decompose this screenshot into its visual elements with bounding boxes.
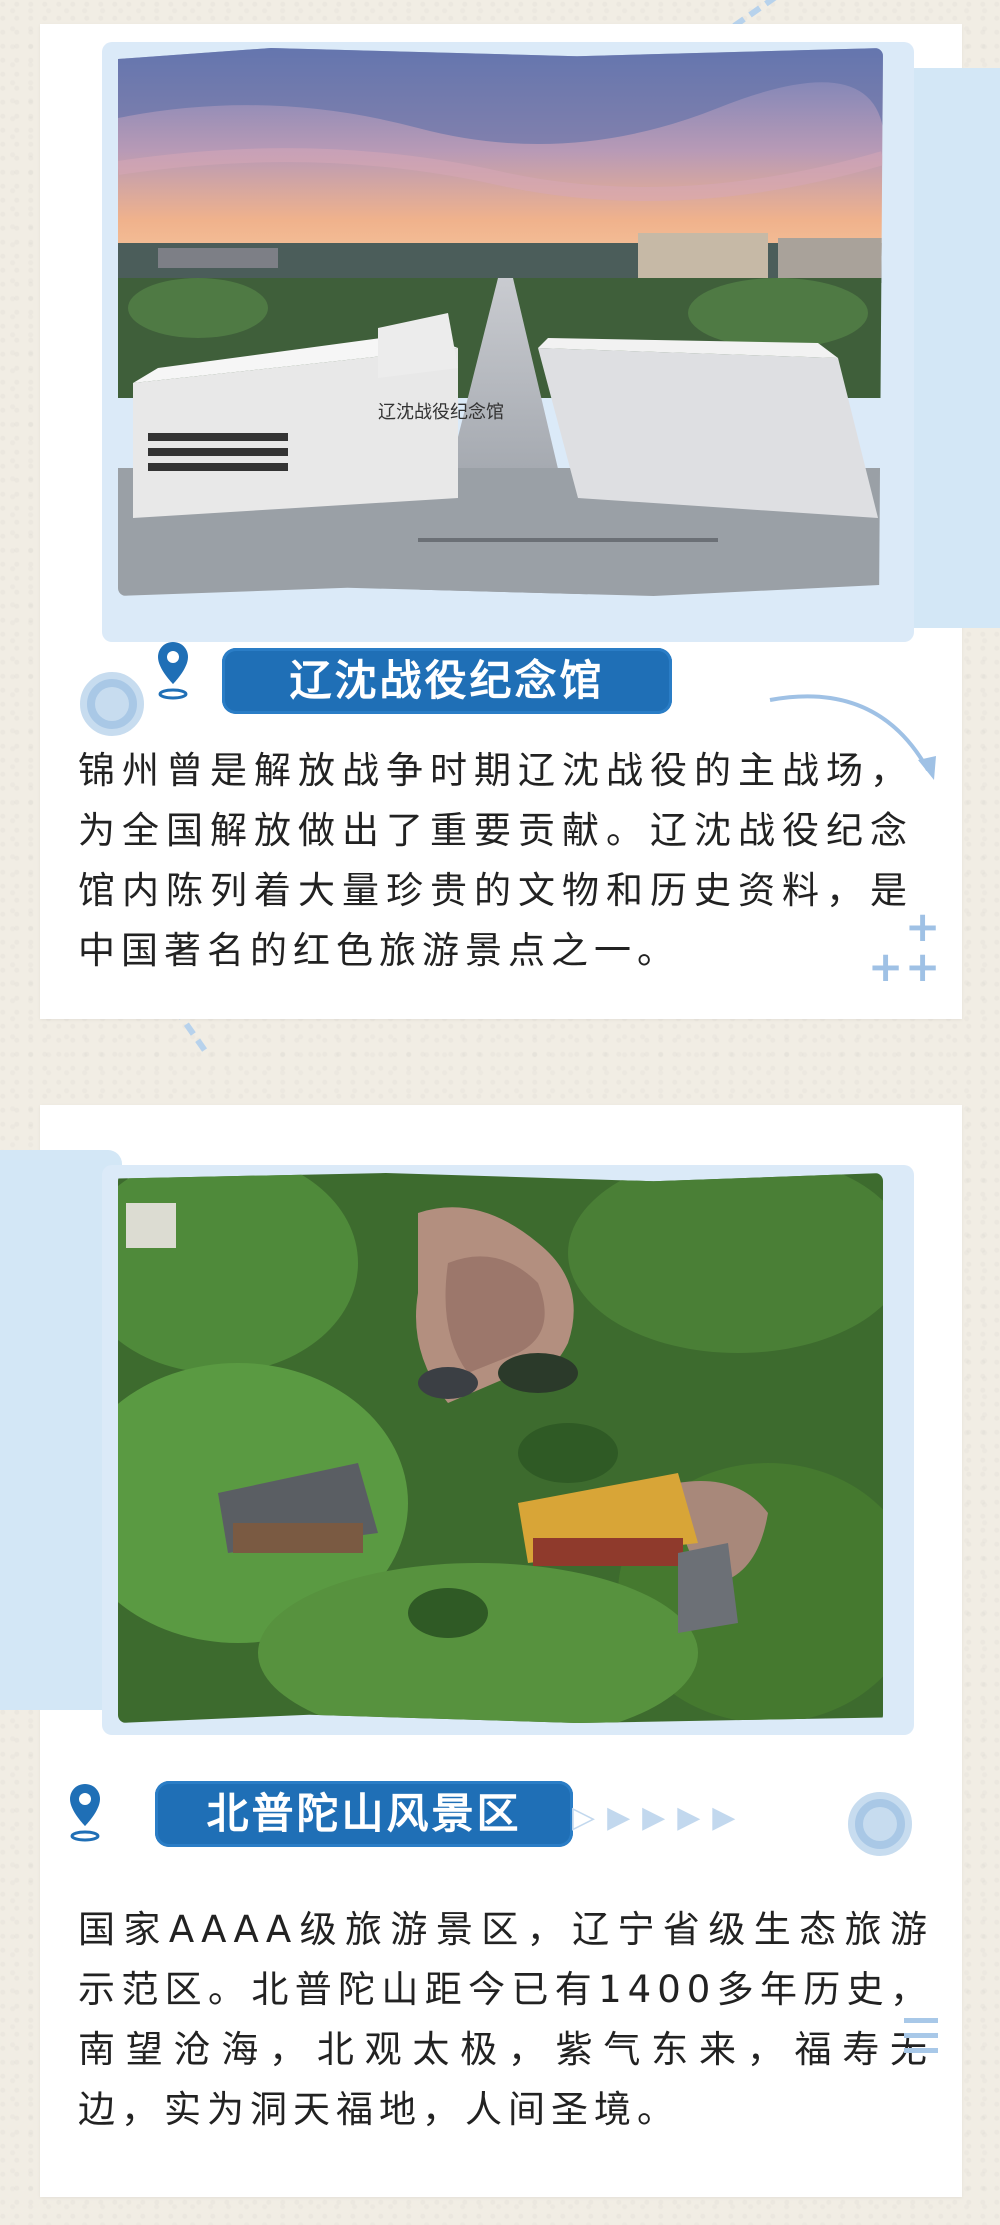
memorial-sign-text: 辽沈战役纪念馆 [378,401,504,423]
map-pin-icon [158,642,188,700]
section-body-beiputuo: 国家AAAA级旅游景区，辽宁省级生态旅游示范区。北普陀山距今已有1400多年历史… [78,1908,933,2131]
mountain-temple-illustration [118,1173,883,1723]
section-body-liaoshen: 锦州曾是解放战争时期辽沈战役的主战场，为全国解放做出了重要贡献。辽沈战役纪念馆内… [78,749,913,972]
plus-icon: + [868,942,904,991]
section-title-beiputuo: 北普陀山风景区 [155,1781,573,1847]
section-title-liaoshen: 辽沈战役纪念馆 [222,648,672,714]
beiputuo-mountain-photo [118,1173,883,1723]
plus-icon: + [905,942,941,991]
stripe-decoration [904,2018,938,2063]
memorial-illustration: 辽沈战役纪念馆 [118,48,883,596]
target-ring-icon [848,1792,912,1856]
play-arrows-icon: ▷▶▶▶▶ [572,1800,748,1835]
map-pin-icon [70,1784,100,1842]
target-ring-icon [80,672,144,736]
liaoshen-memorial-photo: 辽沈战役纪念馆 [118,48,883,596]
